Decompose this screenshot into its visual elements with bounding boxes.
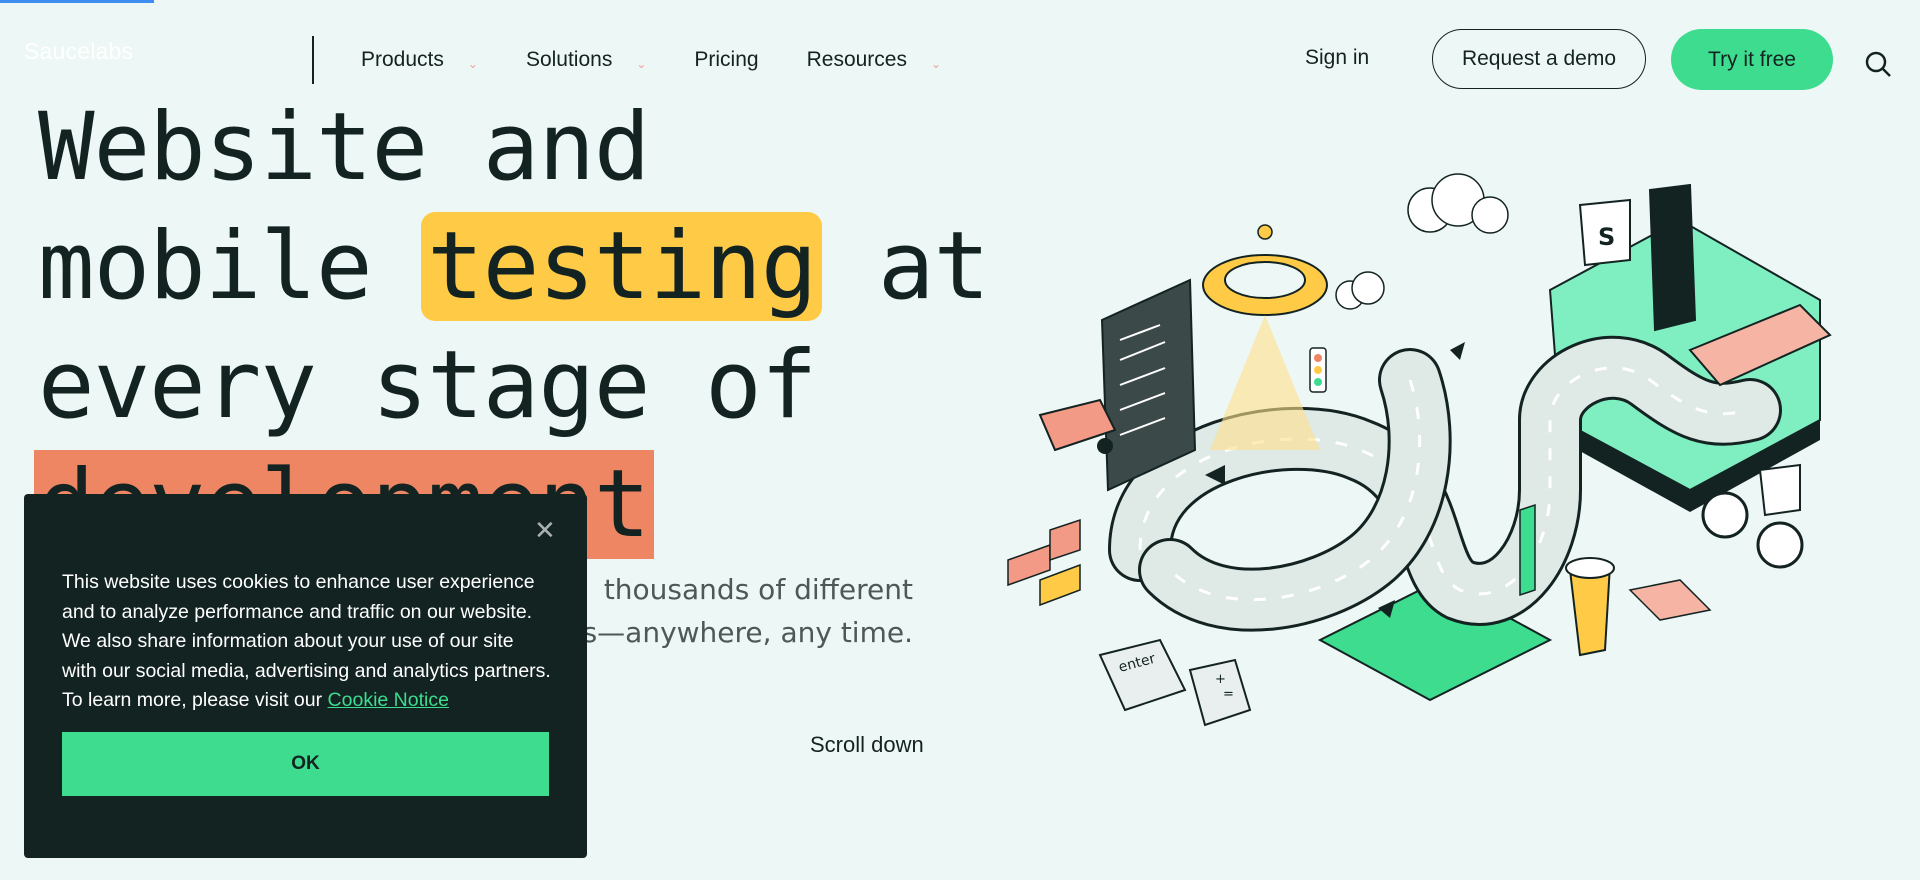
cookie-ok-button[interactable]: OK xyxy=(62,732,549,796)
plus-keycap xyxy=(1188,658,1252,727)
cookie-banner: ✕ This website uses cookies to enhance u… xyxy=(24,494,587,858)
enter-keycap xyxy=(1098,638,1187,712)
page-progress-bar xyxy=(0,0,154,3)
main-nav: Products ⌄ Solutions ⌄ Pricing Resources… xyxy=(361,48,989,72)
hero-line-2-pre: mobile xyxy=(38,212,428,321)
headphones-icon xyxy=(1701,491,1749,539)
plus-key-label: + xyxy=(1215,672,1226,687)
close-icon[interactable]: ✕ xyxy=(534,516,556,546)
cloud-icon xyxy=(1335,173,1509,310)
camera-lens xyxy=(1097,438,1113,454)
scroll-down-link[interactable]: Scroll down xyxy=(810,732,924,758)
nav-item-solutions[interactable]: Solutions ⌄ xyxy=(526,48,646,72)
saucelabs-logo[interactable]: Saucelabs xyxy=(24,38,133,65)
hero-line-1: Website and xyxy=(38,93,651,202)
hero-highlight-testing: testing xyxy=(421,212,823,321)
keycaps xyxy=(1098,638,1252,727)
lego-bricks-icon xyxy=(1007,518,1081,607)
request-demo-button[interactable]: Request a demo xyxy=(1432,29,1646,89)
nav-item-label: Pricing xyxy=(694,48,759,71)
hero-line-2-post: at xyxy=(822,212,990,321)
traffic-light-yellow xyxy=(1314,366,1322,374)
hero-illustration: S enter + = xyxy=(1007,173,1832,727)
nav-item-label: Resources xyxy=(806,48,907,71)
nav-item-products[interactable]: Products ⌄ xyxy=(361,48,478,72)
chevron-down-icon: ⌄ xyxy=(467,57,478,71)
traffic-light-green xyxy=(1314,378,1322,386)
mug-logo: S xyxy=(1598,223,1615,251)
hero-line-3: every stage of xyxy=(38,331,817,440)
hero-line-2: mobile testing at xyxy=(38,207,990,326)
cup-icon xyxy=(1758,463,1801,517)
cookie-message: This website uses cookies to enhance use… xyxy=(62,571,551,711)
search-icon[interactable] xyxy=(1864,48,1902,86)
equals-key-label: = xyxy=(1223,687,1234,702)
ufo-dome xyxy=(1224,261,1306,299)
traffic-light-red xyxy=(1314,354,1322,362)
search-icon-glyph xyxy=(1865,51,1891,77)
headphones-ear xyxy=(1756,521,1804,569)
try-free-button[interactable]: Try it free xyxy=(1671,29,1833,90)
ufo-beam xyxy=(1210,315,1320,450)
cookie-text: This website uses cookies to enhance use… xyxy=(62,568,552,716)
nav-item-resources[interactable]: Resources ⌄ xyxy=(807,48,941,72)
nav-item-pricing[interactable]: Pricing xyxy=(694,48,758,72)
coffee-cup-lid xyxy=(1565,557,1615,579)
nav-item-label: Products xyxy=(361,48,444,71)
chevron-down-icon: ⌄ xyxy=(930,57,942,71)
ufo-antenna xyxy=(1257,224,1273,240)
pencil-icon xyxy=(1519,503,1536,597)
sticky-note-icon xyxy=(1628,579,1712,621)
chevron-down-icon: ⌄ xyxy=(636,57,647,71)
smartphone-icon xyxy=(1648,183,1697,332)
sign-in-link[interactable]: Sign in xyxy=(1305,46,1369,70)
hero-heading: Website and mobile testing at every stag… xyxy=(34,88,990,564)
cookie-notice-link[interactable]: Cookie Notice xyxy=(328,689,449,711)
header-divider xyxy=(312,36,314,84)
nav-item-label: Solutions xyxy=(525,48,613,71)
arrow-icon xyxy=(1450,342,1465,360)
